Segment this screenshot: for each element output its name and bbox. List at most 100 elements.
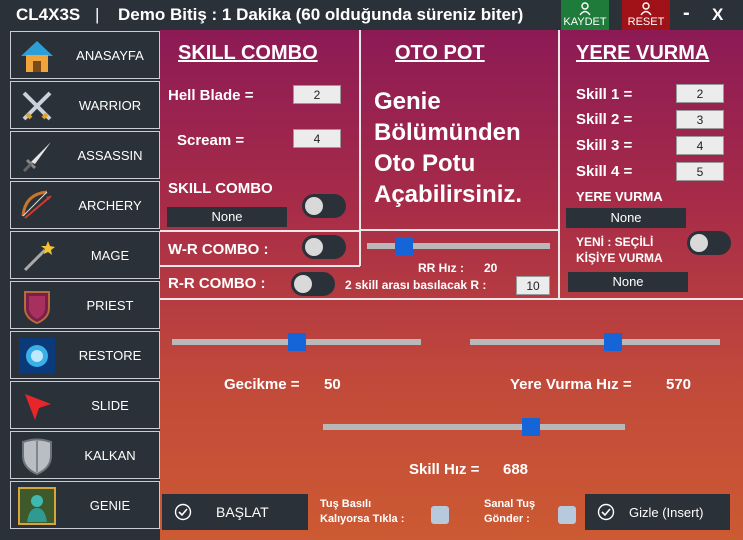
divider	[160, 230, 360, 232]
hell-blade-label: Hell Blade =	[168, 87, 254, 104]
reset-button[interactable]: RESET	[622, 0, 670, 30]
close-button[interactable]: X	[712, 5, 723, 25]
oto-pot-message-line: Genie	[374, 88, 441, 115]
app-title: CL4X3S	[16, 5, 81, 24]
delay-label: Gecikme =	[224, 376, 300, 393]
sidebar-item-warrior[interactable]: WARRIOR	[10, 81, 160, 129]
divider	[160, 265, 360, 267]
rr-speed-label: RR Hız :	[418, 261, 464, 275]
sidebar-item-priest[interactable]: PRIEST	[10, 281, 160, 329]
sidebar-item-kalkan[interactable]: KALKAN	[10, 431, 160, 479]
sidebar-item-label: RESTORE	[78, 347, 142, 363]
skill-combo-toggle[interactable]	[302, 194, 346, 218]
rr-speed-slider-thumb[interactable]	[394, 237, 413, 255]
sidebar-item-mage[interactable]: MAGE	[10, 231, 160, 279]
reset-button-label: RESET	[627, 16, 665, 28]
virtual-key-label: Sanal Tuş	[484, 498, 536, 510]
genie-icon	[18, 487, 56, 525]
hide-button[interactable]: Gizle (Insert)	[585, 494, 730, 530]
sidebar-item-label: PRIEST	[86, 297, 134, 313]
skill-3-input[interactable]: 4	[676, 136, 724, 155]
sidebar-item-label: SLIDE	[91, 397, 129, 413]
start-button[interactable]: BAŞLAT	[162, 494, 308, 530]
divider	[160, 298, 743, 300]
hold-key-label: Kalıyorsa Tıkla :	[320, 513, 405, 525]
ground-speed-label: Yere Vurma Hız =	[510, 376, 632, 393]
yere-vurma-select[interactable]: None	[566, 208, 686, 228]
sidebar-item-restore[interactable]: RESTORE	[10, 331, 160, 379]
hide-button-label: Gizle (Insert)	[629, 504, 704, 520]
magic-wand-icon	[23, 241, 55, 272]
oto-pot-message-line: Açabilirsiniz.	[374, 181, 523, 208]
title-separator: |	[95, 5, 100, 24]
hold-key-checkbox[interactable]	[431, 506, 449, 524]
sidebar-item-archery[interactable]: ARCHERY	[10, 181, 160, 229]
rr-combo-toggle[interactable]	[291, 272, 335, 296]
cursor-arrow-icon	[25, 394, 51, 420]
skill-combo-label: SKILL COMBO	[168, 180, 273, 197]
sidebar-item-label: ASSASSIN	[77, 147, 143, 163]
selected-target-select[interactable]: None	[568, 272, 688, 292]
sidebar-item-label: KALKAN	[84, 447, 136, 463]
skill-2-input[interactable]: 3	[676, 110, 724, 129]
title-bar: CL4X3S | Demo Bitiş : 1 Dakika (60 olduğ…	[0, 0, 743, 30]
sidebar-item-label: ANASAYFA	[76, 47, 144, 63]
sidebar-item-label: ARCHERY	[78, 197, 142, 213]
rr-speed-value: 20	[484, 261, 498, 275]
check-circle-icon	[597, 503, 615, 521]
delay-value: 50	[324, 376, 341, 393]
skill-1-label: Skill 1 =	[576, 86, 633, 103]
selected-target-toggle[interactable]	[687, 231, 731, 255]
selected-target-label: KİŞİYE VURMA	[576, 251, 663, 265]
skill-speed-value: 688	[503, 461, 529, 478]
sidebar-item-slide[interactable]: SLIDE	[10, 381, 160, 429]
shield-emblem-icon	[24, 291, 50, 325]
main-panel: SKILL COMBO Hell Blade = 2 Scream = 4 SK…	[160, 30, 743, 540]
sidebar-item-label: MAGE	[90, 247, 130, 263]
scream-input[interactable]: 4	[293, 129, 341, 148]
delay-slider-thumb[interactable]	[287, 333, 306, 351]
bottom-bar: BAŞLAT Tuş Basılı Kalıyorsa Tıkla : Sana…	[160, 492, 743, 540]
check-circle-icon	[174, 503, 192, 521]
house-icon	[21, 41, 53, 72]
save-button-label: KAYDET	[563, 16, 607, 28]
sidebar-item-label: WARRIOR	[78, 97, 142, 113]
skill-speed-label: Skill Hız =	[409, 461, 480, 478]
skill-combo-heading: SKILL COMBO	[178, 42, 318, 64]
sidebar-item-genie[interactable]: GENIE	[10, 481, 160, 529]
start-button-label: BAŞLAT	[216, 504, 269, 520]
skill-2-label: Skill 2 =	[576, 111, 633, 128]
scream-label: Scream =	[177, 132, 245, 149]
skill-speed-slider[interactable]	[323, 424, 625, 430]
demo-countdown-text: Demo Bitiş : 1 Dakika (60 olduğunda süre…	[118, 5, 524, 24]
sidebar-item-assassin[interactable]: ASSASSIN	[10, 131, 160, 179]
oto-pot-heading: OTO POT	[395, 42, 485, 64]
rr-between-label: 2 skill arası basılacak R :	[345, 278, 487, 292]
skill-combo-select[interactable]: None	[167, 207, 287, 227]
bow-icon	[21, 190, 52, 219]
virtual-key-label: Gönder :	[484, 513, 530, 525]
save-button[interactable]: KAYDET	[561, 0, 609, 30]
divider	[360, 229, 558, 231]
ground-speed-slider[interactable]	[470, 339, 720, 345]
restore-aura-icon	[19, 338, 55, 374]
rr-between-input[interactable]: 10	[516, 276, 550, 295]
skill-4-input[interactable]: 5	[676, 162, 724, 181]
yere-vurma-label: YERE VURMA	[576, 189, 663, 204]
virtual-key-checkbox[interactable]	[558, 506, 576, 524]
dagger-icon	[22, 142, 51, 173]
skill-1-input[interactable]: 2	[676, 84, 724, 103]
oto-pot-message-line: Oto Potu	[374, 150, 476, 177]
skill-speed-slider-thumb[interactable]	[521, 418, 540, 436]
ground-speed-slider-thumb[interactable]	[603, 333, 622, 351]
minimize-button[interactable]: -	[683, 2, 690, 25]
hold-key-label: Tuş Basılı	[320, 498, 372, 510]
hell-blade-input[interactable]: 2	[293, 85, 341, 104]
sidebar-item-anasayfa[interactable]: ANASAYFA	[10, 31, 160, 79]
sidebar-item-label: GENIE	[89, 497, 131, 513]
skill-3-label: Skill 3 =	[576, 137, 633, 154]
kite-shield-icon	[22, 438, 52, 476]
wr-combo-toggle[interactable]	[302, 235, 346, 259]
wr-combo-label: W-R COMBO :	[168, 241, 269, 258]
ground-speed-value: 570	[666, 376, 692, 393]
